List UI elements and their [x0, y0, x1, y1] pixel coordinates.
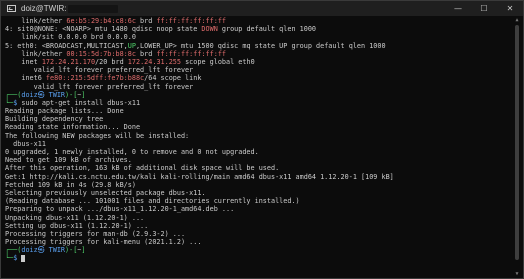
- terminal-app-icon: [7, 5, 16, 12]
- terminal-line: valid_lft forever preferred_lft forever: [5, 82, 194, 91]
- text-cursor: [21, 254, 26, 262]
- terminal-line: 5: eth0: <BROADCAST,MULTICAST,UP,LOWER_U…: [5, 41, 386, 50]
- scrollbar[interactable]: ▲ ▼: [513, 17, 521, 277]
- scroll-thumb[interactable]: [515, 25, 519, 260]
- scroll-up-arrow-icon[interactable]: ▲: [513, 17, 521, 23]
- minimize-button[interactable]: —: [445, 1, 471, 16]
- terminal-line: 0 upgraded, 1 newly installed, 0 to remo…: [5, 148, 259, 156]
- terminal-line: link/sit 0.0.0.0 brd 0.0.0.0: [5, 33, 136, 42]
- terminal-line: └─$: [5, 254, 505, 262]
- terminal-line: Selecting previously unselected package …: [5, 188, 206, 197]
- scroll-down-arrow-icon[interactable]: ▼: [513, 271, 521, 277]
- terminal-line: Get:1 http://kali.cs.nctu.edu.tw/kali ka…: [5, 172, 394, 181]
- terminal-line: link/ether 00:15:5d:7b:b8:8c brd ff:ff:f…: [5, 49, 227, 58]
- terminal-line: Need to get 109 kB of archives.: [5, 156, 132, 165]
- terminal-line: Preparing to unpack .../dbus-x11_1.12.20…: [5, 205, 235, 214]
- terminal-line: 4: sit0@NONE: <NOARP> mtu 1480 qdisc noo…: [5, 25, 317, 34]
- terminal-line: ┌──(doiz㉿ TWIR)-[~]: [5, 90, 86, 99]
- terminal-line: dbus-x11: [5, 139, 46, 148]
- maximize-button[interactable]: ☐: [471, 1, 497, 16]
- terminal-line: Setting up dbus-x11 (1.12.20-1) ...: [5, 221, 149, 230]
- terminal-line: └─$ sudo apt-get install dbus-x11: [5, 98, 141, 107]
- terminal-output[interactable]: link/ether 6e:b5:29:b4:c8:6c brd ff:ff:f…: [5, 17, 505, 277]
- terminal-line: Processing triggers for man-db (2.9.3-2)…: [5, 229, 186, 238]
- terminal-line: ┌──(doiz㉿ TWIR)-[~]: [5, 246, 86, 255]
- terminal-line: Unpacking dbus-x11 (1.12.20-1) ...: [5, 213, 145, 222]
- close-button[interactable]: ✕: [497, 1, 523, 16]
- terminal-window: doiz@TWIR: — ☐ ✕ link/ether 6e:b5:29:b4:…: [0, 0, 524, 279]
- terminal-line: The following NEW packages will be insta…: [5, 131, 190, 140]
- window-controls: — ☐ ✕: [445, 1, 523, 16]
- terminal-line: inet6 fe80::215:5dff:fe7b:b88c/64 scope …: [5, 74, 202, 83]
- redacted-title-area: [68, 4, 119, 13]
- terminal-line: Building dependency tree: [5, 115, 104, 124]
- terminal-line: valid_lft forever preferred_lft forever: [5, 66, 194, 75]
- window-title: doiz@TWIR:: [21, 4, 67, 13]
- terminal-line: Fetched 109 kB in 4s (29.8 kB/s): [5, 180, 136, 189]
- terminal-line: Reading state information... Done: [5, 123, 141, 132]
- terminal-line: link/ether 6e:b5:29:b4:c8:6c brd ff:ff:f…: [5, 17, 227, 25]
- terminal-line: inet 172.24.21.170/20 brd 172.24.31.255 …: [5, 57, 255, 66]
- title-bar[interactable]: doiz@TWIR: — ☐ ✕: [1, 1, 523, 16]
- terminal-line: After this operation, 163 kB of addition…: [5, 164, 280, 173]
- terminal-line: (Reading database ... 101001 files and d…: [5, 197, 300, 206]
- terminal-line: Reading package lists... Done: [5, 107, 124, 116]
- terminal-line: Processing triggers for kali-menu (2021.…: [5, 238, 202, 247]
